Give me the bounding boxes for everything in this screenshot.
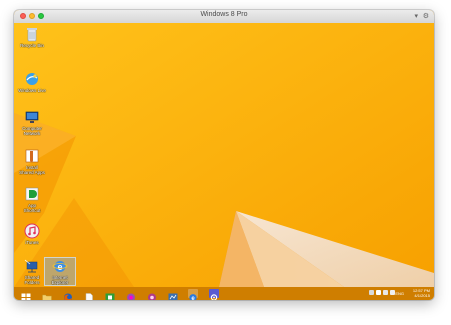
desktop-icon-label: Windows Live bbox=[18, 88, 46, 93]
gear-icon bbox=[210, 294, 218, 300]
desktop-icon-label: Shared Folders bbox=[24, 275, 40, 285]
document-icon bbox=[85, 293, 93, 300]
file-explorer-button[interactable] bbox=[42, 289, 52, 300]
store-button[interactable] bbox=[105, 289, 115, 300]
desktop-icon-itunes[interactable]: iTunes bbox=[17, 223, 47, 245]
clock-date: 4/1/2015 bbox=[414, 293, 430, 298]
desktop-icon-network-share[interactable]: Shared Folders bbox=[17, 258, 47, 285]
taskbar: e ENG 12:57 PM 4/1/2015 bbox=[14, 287, 434, 300]
documents-button[interactable] bbox=[84, 289, 94, 300]
window-title: Windows 8 Pro bbox=[200, 11, 248, 18]
desktop-icon-recycle-bin[interactable]: Recycle Bin bbox=[17, 26, 47, 48]
computer-icon bbox=[24, 109, 40, 125]
app-icon bbox=[168, 293, 178, 300]
desktop-icon-label: Install Shared Apps bbox=[19, 165, 45, 175]
firefox-button[interactable] bbox=[63, 289, 73, 300]
wallpaper bbox=[14, 23, 434, 287]
title-bar[interactable]: Windows 8 Pro ▾ ⚙ bbox=[14, 10, 434, 24]
windows-live-icon bbox=[24, 71, 40, 87]
desktop-icon-label: iTunes bbox=[25, 240, 39, 245]
network-icon[interactable] bbox=[376, 290, 381, 295]
desktop-icon-windows-live[interactable]: Windows Live bbox=[17, 71, 47, 93]
volume-icon[interactable] bbox=[383, 290, 388, 295]
internet-explorer-button[interactable]: e bbox=[188, 289, 198, 300]
desktop[interactable]: Recycle Bin Windows Live Computer Networ… bbox=[14, 23, 434, 287]
firefox-icon bbox=[64, 293, 72, 300]
recycle-bin-icon bbox=[24, 26, 40, 42]
app-icon bbox=[148, 293, 156, 300]
desktop-icon-label: App Shortcut bbox=[23, 203, 41, 213]
app-button-3[interactable] bbox=[168, 289, 178, 300]
desktop-icon-computer[interactable]: Computer Network bbox=[17, 109, 47, 136]
chevron-down-icon[interactable]: ▾ bbox=[414, 12, 418, 21]
flag-icon[interactable] bbox=[390, 290, 395, 295]
vm-window: Windows 8 Pro ▾ ⚙ Recycle Bin Windows Li… bbox=[14, 10, 434, 300]
store-icon bbox=[105, 293, 115, 300]
internet-explorer-icon: e bbox=[189, 294, 197, 300]
app-button-1[interactable] bbox=[126, 289, 136, 300]
desktop-icon-installer[interactable]: Install Shared Apps bbox=[17, 148, 47, 175]
app-button-2[interactable] bbox=[147, 289, 157, 300]
desktop-icon-app-shortcut[interactable]: App Shortcut bbox=[17, 186, 47, 213]
desktop-icon-label: Internet Explorer bbox=[51, 275, 69, 285]
desktop-icon-label: Recycle Bin bbox=[20, 43, 44, 48]
internet-explorer-icon: e bbox=[52, 258, 68, 274]
gear-icon[interactable]: ⚙ bbox=[423, 12, 429, 21]
desktop-icon-label: Computer Network bbox=[22, 126, 42, 136]
windows-logo-icon bbox=[21, 293, 31, 300]
app-installer-icon bbox=[24, 148, 40, 164]
app-shortcut-icon bbox=[24, 186, 40, 202]
clock[interactable]: 12:57 PM 4/1/2015 bbox=[413, 288, 430, 298]
settings-button[interactable] bbox=[209, 289, 219, 300]
app-icon bbox=[127, 293, 135, 300]
action-center-icon[interactable] bbox=[369, 290, 374, 295]
folder-icon bbox=[42, 294, 52, 300]
itunes-icon bbox=[24, 223, 40, 239]
network-share-icon bbox=[24, 258, 40, 274]
desktop-icon-internet-explorer[interactable]: e Internet Explorer bbox=[44, 257, 76, 286]
input-language[interactable]: ENG bbox=[395, 291, 404, 296]
start-button[interactable] bbox=[21, 289, 31, 300]
